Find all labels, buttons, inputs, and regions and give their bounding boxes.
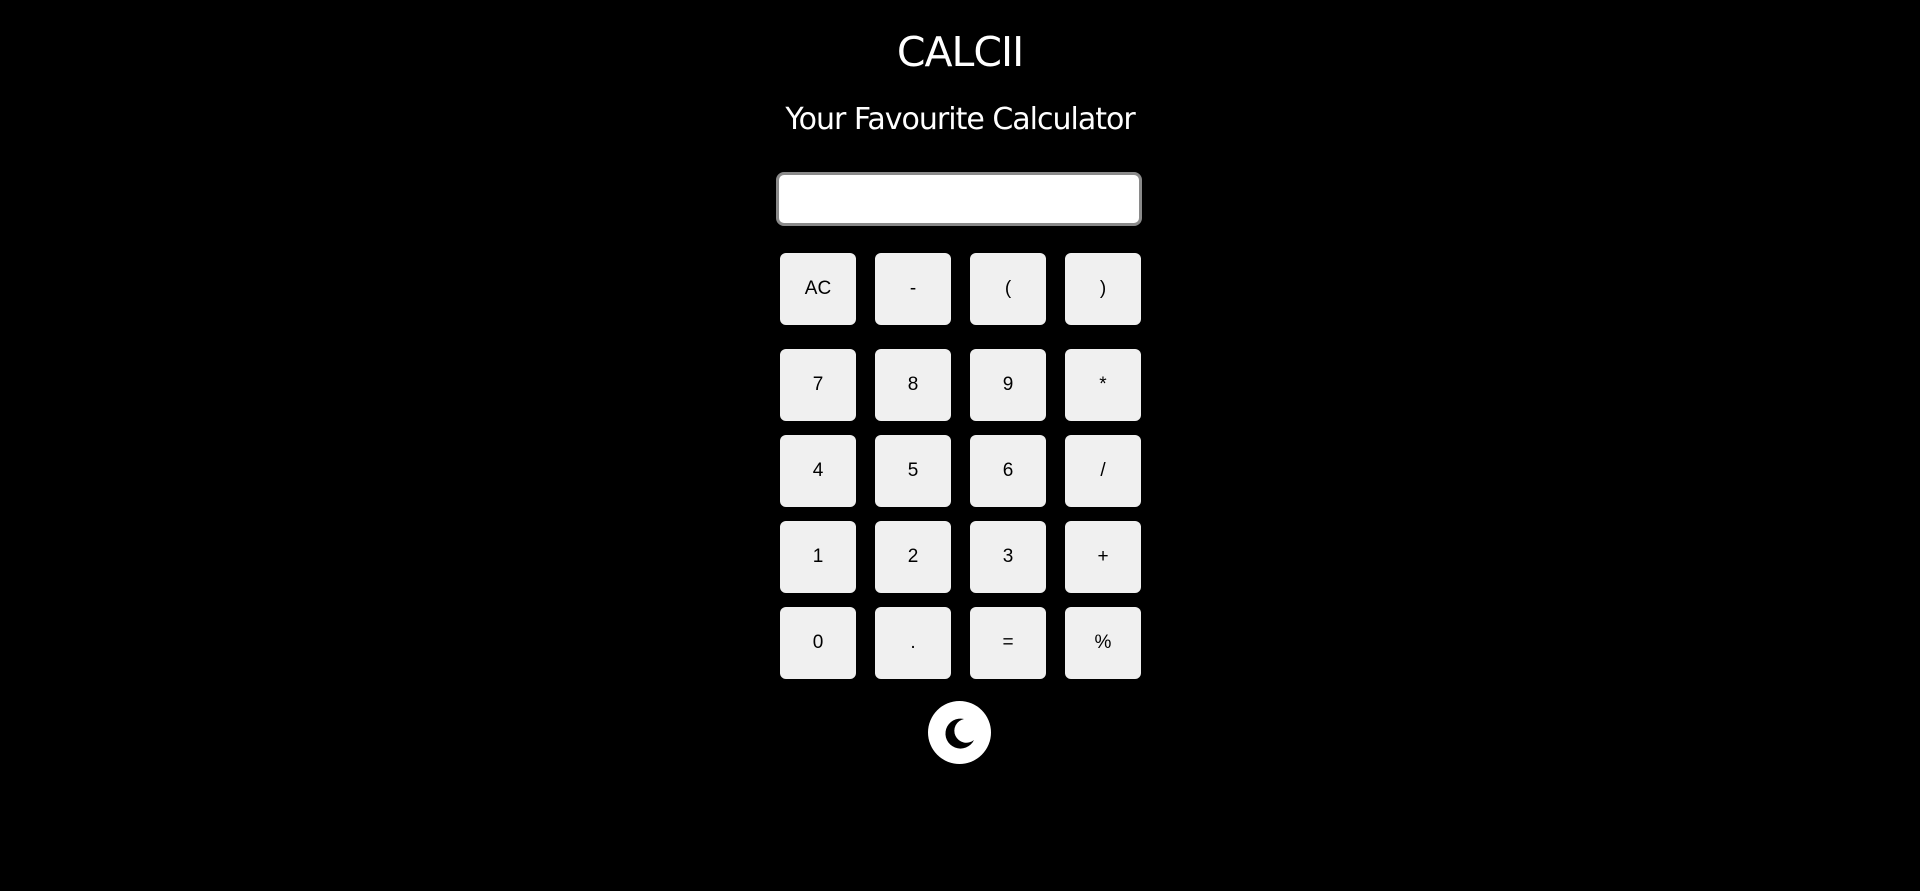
key-close-paren-button[interactable]: ) [1065, 253, 1141, 325]
key-digit-6-button[interactable]: 6 [970, 435, 1046, 507]
key-multiply-button[interactable]: * [1065, 349, 1141, 421]
key-digit-0-button[interactable]: 0 [780, 607, 856, 679]
app-title: CALCII [896, 28, 1024, 76]
key-digit-9-button[interactable]: 9 [970, 349, 1046, 421]
theme-toggle-button[interactable] [928, 701, 991, 764]
calculator-page: CALCII Your Favourite Calculator AC -() 7 8… [0, 0, 1920, 893]
key-clear-button[interactable]: AC [780, 253, 856, 325]
key-equals-button[interactable]: = [970, 607, 1046, 679]
app-subtitle: Your Favourite Calculator [785, 102, 1135, 137]
key-digit-4-button[interactable]: 4 [780, 435, 856, 507]
key-minus-button[interactable]: - [875, 253, 951, 325]
key-digit-2-button[interactable]: 2 [875, 521, 951, 593]
key-digit-5-button[interactable]: 5 [875, 435, 951, 507]
calculator-display-input[interactable] [776, 172, 1142, 226]
key-digit-8-button[interactable]: 8 [875, 349, 951, 421]
key-digit-1-button[interactable]: 1 [780, 521, 856, 593]
key-plus-button[interactable]: + [1065, 521, 1141, 593]
moon-icon [944, 718, 974, 749]
key-decimal-button[interactable]: . [875, 607, 951, 679]
key-digit-3-button[interactable]: 3 [970, 521, 1046, 593]
key-divide-button[interactable]: / [1065, 435, 1141, 507]
key-open-paren-button[interactable]: ( [970, 253, 1046, 325]
key-digit-7-button[interactable]: 7 [780, 349, 856, 421]
key-percent-button[interactable]: % [1065, 607, 1141, 679]
